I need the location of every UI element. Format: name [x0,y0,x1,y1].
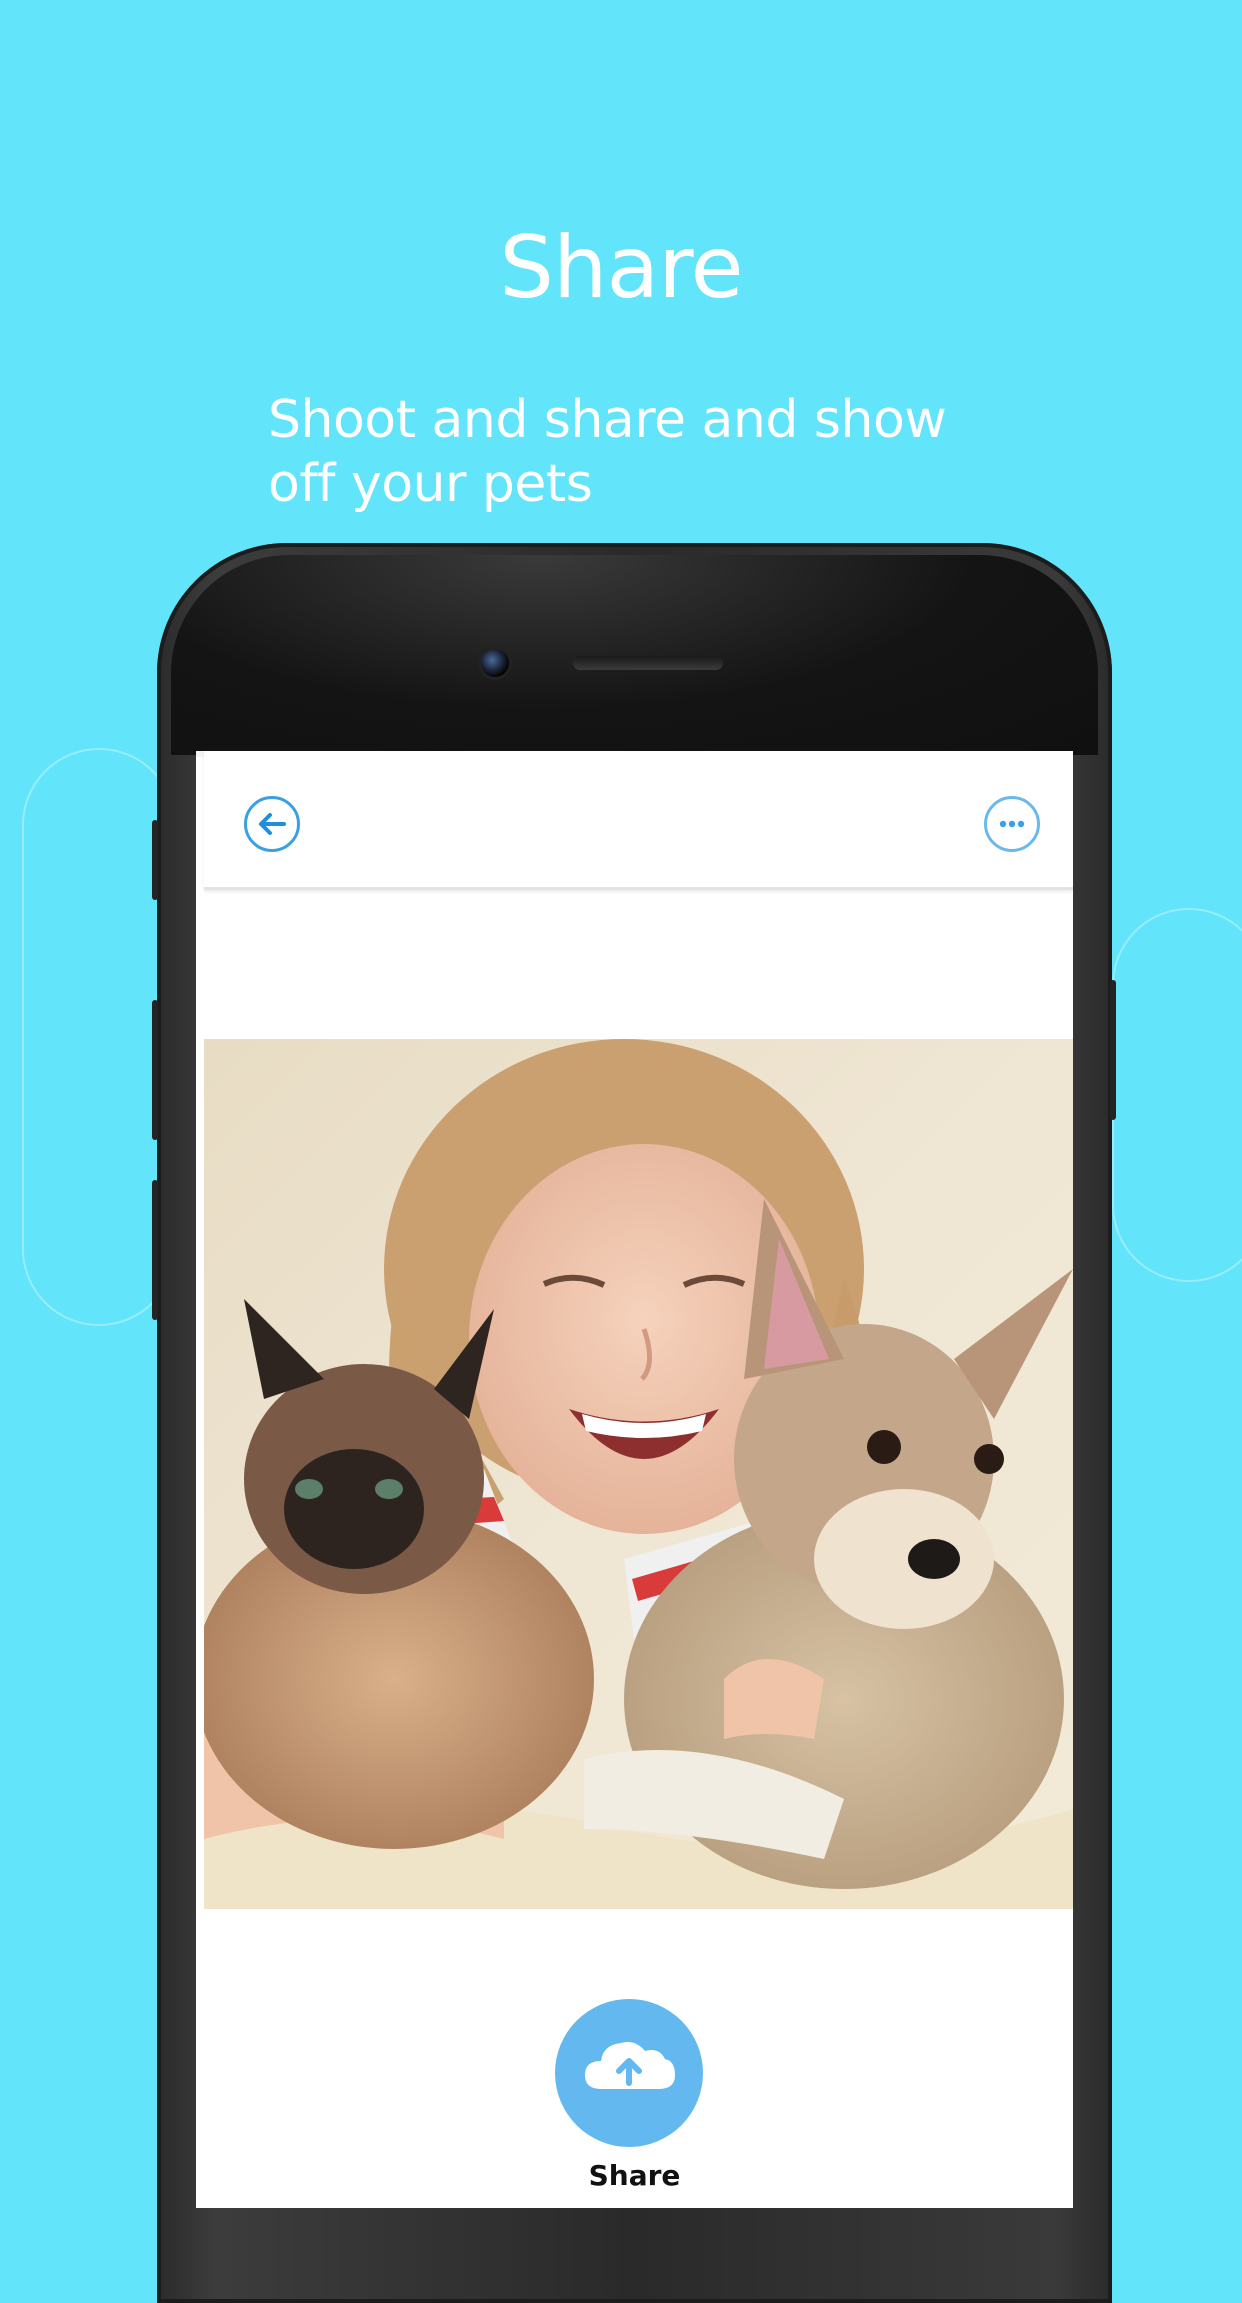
decorative-outline-right [1112,908,1242,1282]
share-label: Share [588,2159,681,2192]
phone-bezel-top [171,555,1098,755]
share-button[interactable] [555,1999,703,2147]
promo-subtitle: Shoot and share and show off your pets [268,390,947,514]
top-navbar [204,751,1073,890]
front-camera-icon [481,649,509,677]
app-screen: Share [196,751,1073,2208]
pet-photo [204,1039,1073,1909]
more-options-button[interactable] [984,796,1040,852]
phone-mute-switch [152,820,158,900]
promo-title: Share [499,218,743,318]
phone-volume-up [152,1000,158,1140]
phone-power-button [1110,980,1116,1120]
ellipsis-circle-icon [999,820,1025,828]
phone-volume-down [152,1180,158,1320]
cloud-upload-icon [585,2042,675,2089]
earpiece-speaker [573,656,723,670]
back-button[interactable] [244,796,300,852]
arrow-left-circle-icon [259,813,286,835]
girl-with-cat-and-dog-photo [204,1039,1073,1909]
